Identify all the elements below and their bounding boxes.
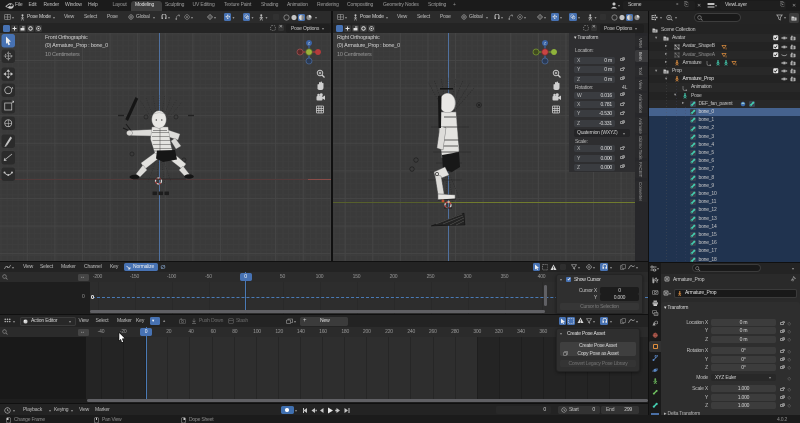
svg-text:8: 8 bbox=[736, 64, 738, 67]
svg-text:8: 8 bbox=[726, 55, 728, 58]
svg-text:8: 8 bbox=[726, 47, 728, 50]
